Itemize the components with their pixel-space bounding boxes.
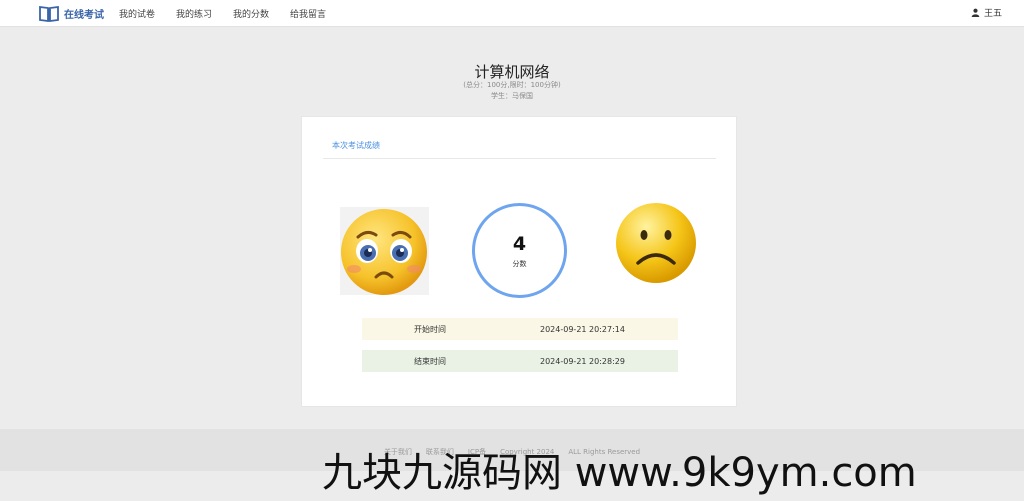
end-time-value: 2024-09-21 20:28:29 — [540, 356, 625, 366]
brand-name: 在线考试 — [64, 9, 104, 21]
user-icon — [971, 8, 980, 17]
user-name: 王五 — [983, 9, 1002, 19]
frowning-face-icon — [614, 201, 698, 285]
section-divider — [323, 158, 716, 159]
nav-my-practice[interactable]: 我的练习 — [176, 7, 212, 20]
nav-my-scores[interactable]: 我的分数 — [233, 7, 269, 20]
user-menu[interactable]: 王五 — [971, 6, 1002, 19]
nav-my-papers[interactable]: 我的试卷 — [119, 7, 155, 20]
watermark-text: 九块九源码网 www.9k9ym.com — [322, 450, 917, 496]
result-section-title: 本次考试成绩 — [332, 141, 380, 150]
result-card: 本次考试成绩 4 分数 开始时间 2024-09-21 20:27:14 结束时… — [301, 116, 737, 407]
top-navbar: 在线考试 我的试卷 我的练习 我的分数 给我留言 王五 — [0, 0, 1024, 27]
open-book-icon — [39, 5, 59, 22]
start-time-label: 开始时间 — [414, 324, 446, 334]
pleading-face-icon — [340, 207, 429, 295]
exam-meta: (总分：100分,限时：100分钟) — [463, 81, 561, 89]
exam-title: 计算机网络 — [474, 63, 550, 81]
score-value: 4 — [512, 233, 527, 255]
end-time-row: 结束时间 2024-09-21 20:28:29 — [362, 350, 678, 372]
nav-leave-message[interactable]: 给我留言 — [290, 7, 326, 20]
exam-student: 学生：马保国 — [491, 92, 533, 100]
start-time-value: 2024-09-21 20:27:14 — [540, 324, 625, 334]
end-time-label: 结束时间 — [414, 356, 446, 366]
score-circle: 4 分数 — [472, 203, 567, 298]
score-label: 分数 — [512, 260, 527, 268]
start-time-row: 开始时间 2024-09-21 20:27:14 — [362, 318, 678, 340]
brand-logo[interactable]: 在线考试 — [39, 3, 104, 23]
